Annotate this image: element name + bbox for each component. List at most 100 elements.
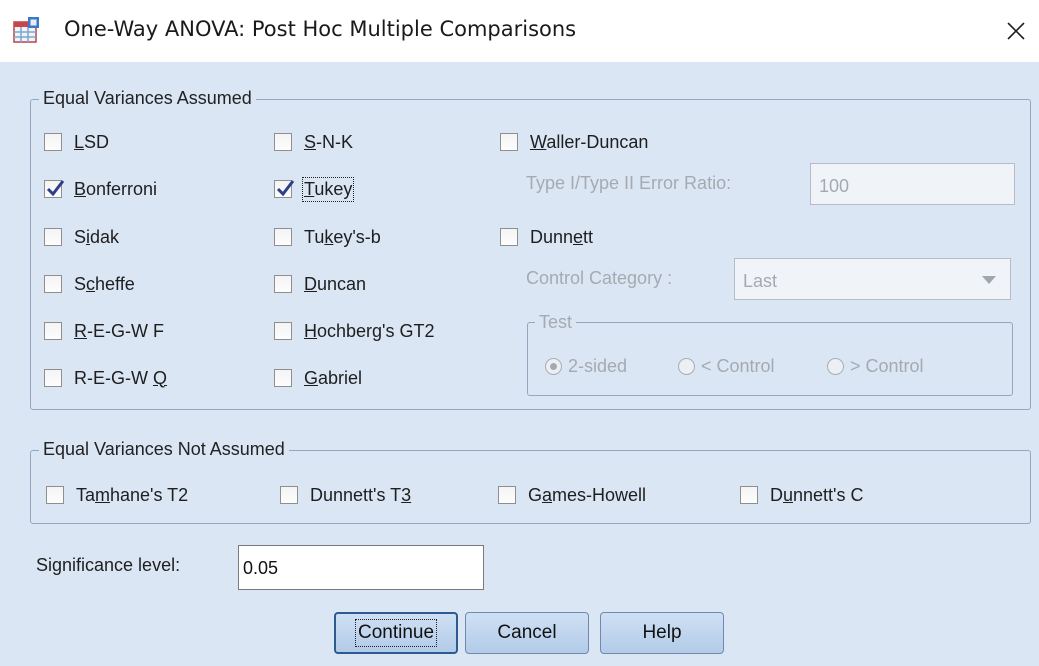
checkbox-box[interactable] — [274, 322, 292, 340]
radio-button[interactable] — [678, 358, 695, 375]
checkbox-label: Sidak — [74, 227, 119, 248]
checkbox-box[interactable] — [274, 275, 292, 293]
label-part: -N-K — [316, 131, 354, 152]
checkbox-box[interactable] — [274, 180, 295, 198]
checkmark-icon — [276, 180, 295, 197]
spss-table-icon — [13, 17, 39, 43]
continue-button[interactable]: Continue — [334, 612, 458, 654]
control-category-select[interactable]: Last — [734, 258, 1011, 300]
checkbox-box[interactable] — [740, 486, 758, 504]
label-part: tt — [583, 226, 594, 247]
tamhane-s-t2-checkbox[interactable]: Tamhane's T2 — [46, 482, 188, 508]
cancel-button[interactable]: Cancel — [465, 612, 589, 654]
label-part: heffe — [95, 273, 135, 294]
label-part: 3 — [401, 484, 412, 505]
error-ratio-label: Type I/Type II Error Ratio: — [526, 173, 732, 193]
label-part: abriel — [318, 367, 363, 388]
checkbox-box[interactable] — [46, 486, 64, 504]
checkbox-box[interactable] — [44, 180, 65, 198]
label-part: G — [304, 367, 319, 388]
label-part: Ta — [76, 484, 96, 505]
label-part: D — [770, 484, 783, 505]
error-ratio-field[interactable]: 100 — [810, 163, 1015, 205]
checkbox-box[interactable] — [274, 133, 292, 151]
help-button[interactable]: Help — [600, 612, 724, 654]
checkbox-box[interactable] — [44, 369, 62, 387]
checkbox-label: Tukey — [301, 176, 355, 202]
r-e-g-w-f-checkbox[interactable]: R-E-G-W F — [44, 318, 164, 344]
label-part: u — [783, 484, 794, 505]
checkbox-box[interactable] — [498, 486, 516, 504]
tukey-checkbox[interactable]: Tukey — [274, 176, 355, 202]
close-icon[interactable] — [1000, 14, 1030, 46]
scheffe-checkbox[interactable]: Scheffe — [44, 271, 135, 297]
help-label: Help — [642, 622, 682, 643]
label-part: L — [74, 131, 85, 152]
label-part: S — [74, 226, 87, 247]
chevron-down-icon — [982, 276, 996, 284]
checkbox-box[interactable] — [500, 133, 518, 151]
checkbox-label: Tukey's-b — [304, 227, 381, 248]
checkbox-label: LSD — [74, 132, 109, 153]
label-part: mes-Howell — [552, 484, 647, 505]
checkbox-box[interactable] — [44, 228, 62, 246]
r-e-g-w-q-checkbox[interactable]: R-E-G-W Q — [44, 365, 167, 391]
checkbox-label: Dunnett's T3 — [310, 485, 411, 506]
label-part: hane's T2 — [110, 484, 189, 505]
label-part: S — [304, 131, 317, 152]
label-part: Tu — [304, 226, 325, 247]
label-part: e — [573, 226, 584, 247]
dunnett-s-t3-checkbox[interactable]: Dunnett's T3 — [280, 482, 411, 508]
label-part: dak — [90, 226, 120, 247]
checkbox-box[interactable] — [44, 275, 62, 293]
checkbox-label: S-N-K — [304, 132, 353, 153]
continue-label: Continue — [354, 619, 438, 647]
control-category-value: Last — [743, 271, 778, 291]
checkbox-box[interactable] — [274, 369, 292, 387]
lsd-checkbox[interactable]: LSD — [44, 129, 109, 155]
tukey-s-b-checkbox[interactable]: Tukey's-b — [274, 224, 381, 250]
checkbox-label: Scheffe — [74, 274, 135, 295]
significance-label: Significance level: — [36, 555, 180, 576]
two-sided-radio[interactable]: 2-sided — [545, 356, 627, 377]
checkbox-label: Gabriel — [304, 368, 362, 389]
label-part: R — [74, 320, 87, 341]
duncan-checkbox[interactable]: Duncan — [274, 271, 366, 297]
dunnett-checkbox[interactable]: Dunnett — [500, 224, 593, 250]
sidak-checkbox[interactable]: Sidak — [44, 224, 119, 250]
radio-button[interactable] — [545, 358, 562, 375]
waller-duncan-checkbox[interactable]: Waller-Duncan — [500, 129, 648, 155]
label-part: c — [86, 273, 96, 294]
cancel-label: Cancel — [497, 622, 557, 643]
checkbox-label: Dunnett — [530, 227, 593, 248]
radio-label: 2-sided — [568, 356, 628, 376]
checkbox-label: R-E-G-W F — [74, 321, 164, 342]
s-n-k-checkbox[interactable]: S-N-K — [274, 129, 353, 155]
checkbox-box[interactable] — [274, 228, 292, 246]
bonferroni-checkbox[interactable]: Bonferroni — [44, 176, 157, 202]
label-part: B — [74, 178, 87, 199]
checkbox-box[interactable] — [500, 228, 518, 246]
label-part: Q — [152, 367, 167, 388]
checkbox-label: Bonferroni — [74, 179, 157, 200]
games-howell-checkbox[interactable]: Games-Howell — [498, 482, 646, 508]
equal-variances-not-assumed-legend: Equal Variances Not Assumed — [39, 439, 289, 460]
radio-label: < Control — [701, 356, 775, 376]
less-than-control-radio[interactable]: < Control — [678, 356, 775, 377]
label-part: H — [304, 320, 317, 341]
greater-than-control-radio[interactable]: > Control — [827, 356, 924, 377]
dunnett-s-c-checkbox[interactable]: Dunnett's C — [740, 482, 864, 508]
checkbox-box[interactable] — [280, 486, 298, 504]
significance-input[interactable]: 0.05 — [238, 545, 484, 590]
gabriel-checkbox[interactable]: Gabriel — [274, 365, 362, 391]
label-part: nnett's C — [793, 484, 864, 505]
checkbox-box[interactable] — [44, 322, 62, 340]
equal-variances-assumed-legend: Equal Variances Assumed — [39, 88, 256, 109]
checkbox-label: Games-Howell — [528, 485, 646, 506]
significance-label-text: Significance level: — [36, 555, 181, 575]
radio-button[interactable] — [827, 358, 844, 375]
hochberg-s-gt2-checkbox[interactable]: Hochberg's GT2 — [274, 318, 435, 344]
checkbox-box[interactable] — [44, 133, 62, 151]
control-category-label: Control Category : — [526, 268, 673, 288]
label-part: W — [530, 131, 547, 152]
